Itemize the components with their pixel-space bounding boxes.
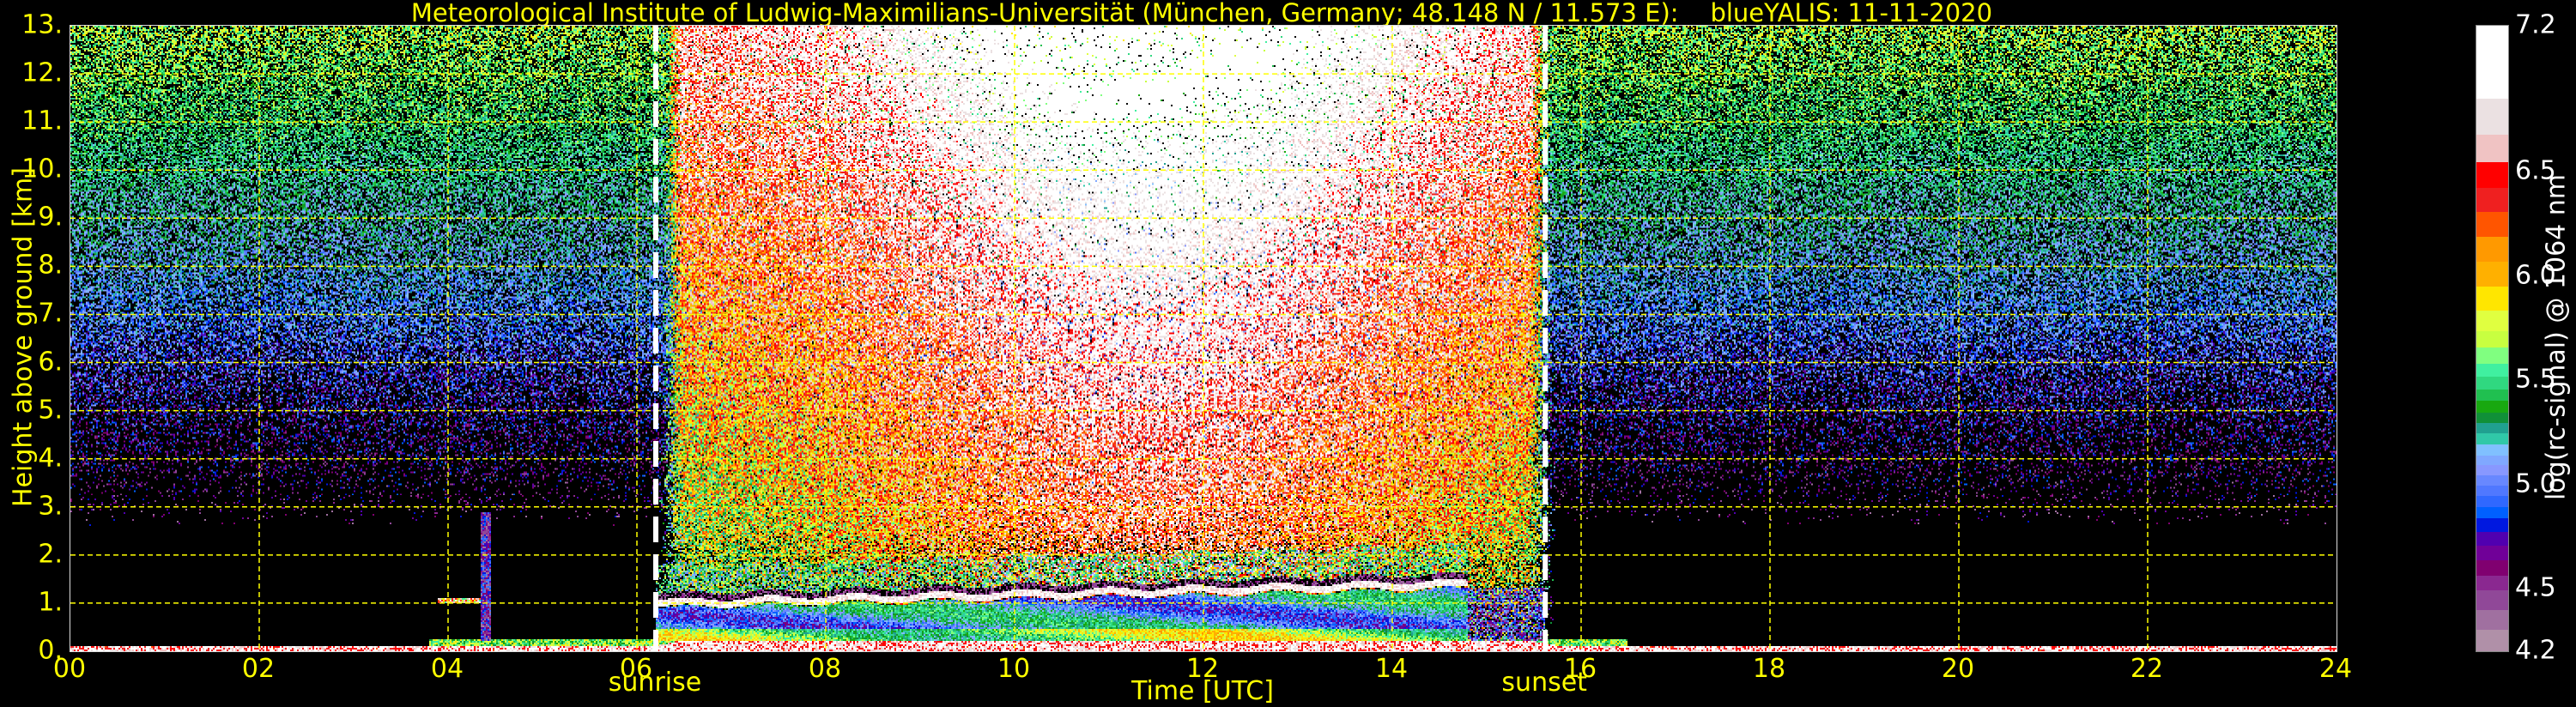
x-tick-label: 04 <box>430 654 464 684</box>
colorbar-tick-label: 4.5 <box>2515 572 2556 603</box>
colorbar-band <box>2476 376 2508 390</box>
y-tick-label: 3. <box>38 491 63 522</box>
colorbar-band <box>2476 98 2508 135</box>
y-tick-label: 13. <box>21 9 63 40</box>
colorbar-band <box>2476 412 2508 423</box>
y-tick-label: 11. <box>21 106 63 136</box>
colorbar-band <box>2476 330 2508 348</box>
y-tick-label: 1. <box>38 587 63 618</box>
colorbar-band <box>2476 589 2508 610</box>
colorbar-band <box>2476 465 2508 476</box>
plot-area <box>70 25 2337 652</box>
colorbar-band <box>2476 187 2508 213</box>
colorbar-band <box>2476 432 2508 445</box>
y-tick-label: 12. <box>21 57 63 88</box>
colorbar-band <box>2476 261 2508 287</box>
y-tick-label: 7. <box>38 298 63 329</box>
x-tick-label: 20 <box>1941 654 1975 684</box>
sunset-label: sunset <box>1501 668 1587 698</box>
colorbar-band <box>2476 134 2508 163</box>
colorbar-tick-label: 7.2 <box>2515 9 2556 40</box>
y-tick-label: 9. <box>38 202 63 233</box>
colorbar-band <box>2476 495 2508 508</box>
colorbar-band <box>2476 506 2508 518</box>
colorbar-band <box>2476 363 2508 378</box>
colorbar-band <box>2476 485 2508 497</box>
colorbar-band <box>2476 286 2508 311</box>
x-tick-label: 12 <box>1185 654 1220 684</box>
x-tick-label: 10 <box>997 654 1031 684</box>
colorbar-band <box>2476 211 2508 238</box>
x-tick-label: 18 <box>1752 654 1786 684</box>
x-tick-label: 02 <box>241 654 276 684</box>
y-tick-label: 8. <box>38 250 63 281</box>
chart-title: Meteorological Institute of Ludwig-Maxim… <box>410 0 1993 27</box>
colorbar-tick-label: 4.2 <box>2515 635 2556 666</box>
colorbar-label: log(rc-signal) @ 1064 nm <box>2541 173 2572 501</box>
colorbar-band <box>2476 474 2508 486</box>
x-tick-label: 00 <box>52 654 87 684</box>
colorbar-band <box>2476 609 2508 631</box>
colorbar-band <box>2476 455 2508 466</box>
colorbar-band <box>2476 422 2508 433</box>
colorbar-band <box>2476 629 2508 652</box>
x-tick-label: 08 <box>808 654 842 684</box>
x-tick-label: 22 <box>2130 654 2164 684</box>
colorbar-band <box>2476 161 2508 189</box>
x-tick-label: 14 <box>1374 654 1409 684</box>
colorbar-band <box>2476 517 2508 533</box>
colorbar-band <box>2476 575 2508 591</box>
colorbar-band <box>2476 531 2508 547</box>
y-tick-label: 6. <box>38 347 63 378</box>
colorbar-band <box>2476 236 2508 262</box>
grid-overlay <box>70 26 2337 651</box>
y-tick-label: 2. <box>38 539 63 570</box>
colorbar-band <box>2476 545 2508 560</box>
colorbar-band <box>2476 444 2508 456</box>
colorbar-band <box>2476 400 2508 413</box>
colorbar-band <box>2476 389 2508 402</box>
sunrise-label: sunrise <box>608 668 702 698</box>
colorbar-band <box>2476 559 2508 577</box>
colorbar-band <box>2476 347 2508 365</box>
y-tick-label: 10. <box>21 154 63 184</box>
colorbar-band <box>2476 26 2508 99</box>
colorbar-band <box>2476 310 2508 332</box>
y-axis-label: Height above ground [km] <box>8 167 39 507</box>
y-tick-label: 5. <box>38 395 63 426</box>
x-tick-label: 24 <box>2318 654 2353 684</box>
y-tick-label: 4. <box>38 443 63 474</box>
colorbar <box>2476 25 2509 652</box>
